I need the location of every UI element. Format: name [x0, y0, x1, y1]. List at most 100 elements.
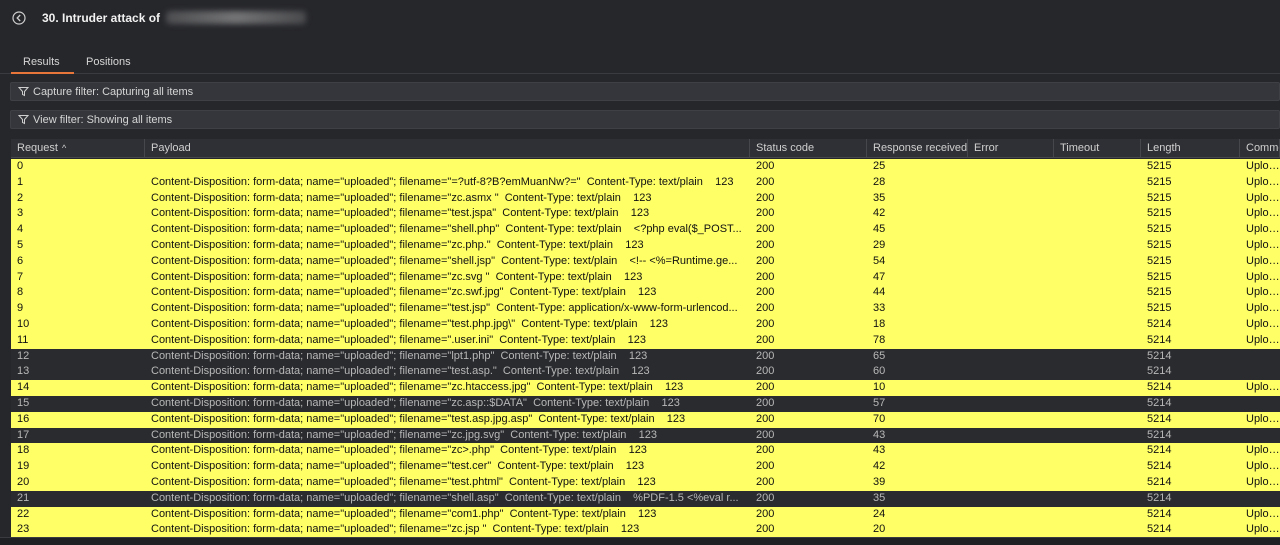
- table-row[interactable]: 14 Content-Disposition: form-data; name="…: [11, 380, 1280, 396]
- table-row[interactable]: 22 Content-Disposition: form-data; name="…: [11, 506, 1280, 523]
- cell-status-code: 200: [756, 207, 775, 220]
- table-row[interactable]: 7 Content-Disposition: form-data; name="u…: [11, 269, 1280, 286]
- table-row[interactable]: 20 Content-Disposition: form-data; name="…: [11, 475, 1280, 491]
- cell-response-received: 10: [873, 381, 886, 394]
- window-title: 30. Intruder attack of: [42, 11, 307, 25]
- cell-payload: Content-Disposition: form-data; name="up…: [151, 397, 680, 409]
- cell-length: 5215: [1147, 160, 1172, 172]
- cell-response-received: 78: [873, 333, 886, 346]
- capture-filter-bar[interactable]: Capture filter: Capturing all items: [10, 82, 1280, 101]
- cell-request: 6: [17, 254, 24, 267]
- column-header-request[interactable]: Request ^: [11, 139, 145, 158]
- cell-error: [968, 254, 1054, 270]
- table-row[interactable]: 3 Content-Disposition: form-data; name="u…: [11, 206, 1280, 223]
- cell-comment: Upload: [1246, 302, 1280, 315]
- cell-request: 15: [17, 397, 30, 409]
- table-row[interactable]: 11 Content-Disposition: form-data; name="…: [11, 332, 1280, 349]
- cell-timeout: [1054, 317, 1141, 333]
- cell-payload: Content-Disposition: form-data; name="up…: [151, 207, 650, 220]
- cell-status-code: 200: [756, 223, 775, 236]
- cell-error: [968, 412, 1054, 428]
- table-header: Request ^ Payload Status code Response re…: [11, 139, 1280, 158]
- table-row[interactable]: 23 Content-Disposition: form-data; name="…: [11, 522, 1280, 537]
- cell-status-code: 200: [756, 381, 775, 394]
- table-row[interactable]: 5 Content-Disposition: form-data; name="u…: [11, 238, 1280, 254]
- table-row[interactable]: 6 Content-Disposition: form-data; name="u…: [11, 253, 1280, 270]
- cell-request: 23: [17, 523, 30, 536]
- cell-error: [968, 507, 1054, 523]
- bottom-bar: [0, 537, 1280, 545]
- column-header-timeout[interactable]: Timeout: [1054, 139, 1141, 158]
- tab-bar: Results Positions: [0, 52, 1280, 74]
- table-row[interactable]: 19 Content-Disposition: form-data; name="…: [11, 459, 1280, 475]
- funnel-icon: [18, 86, 30, 98]
- cell-timeout: [1054, 459, 1141, 475]
- cell-payload: Content-Disposition: form-data; name="up…: [151, 318, 669, 330]
- cell-response-received: 35: [873, 491, 886, 504]
- cell-timeout: [1054, 349, 1141, 365]
- title-bar: 30. Intruder attack of: [0, 0, 1280, 36]
- table-row[interactable]: 13 Content-Disposition: form-data; name="…: [11, 364, 1280, 381]
- cell-error: [968, 349, 1054, 365]
- cell-payload: Content-Disposition: form-data; name="up…: [151, 507, 657, 520]
- cell-comment: Upload: [1246, 318, 1280, 330]
- cell-request: 12: [17, 349, 30, 362]
- column-header-status-code[interactable]: Status code: [750, 139, 867, 158]
- cell-status-code: 200: [756, 191, 775, 204]
- cell-response-received: 35: [873, 191, 886, 204]
- column-header-length[interactable]: Length: [1141, 139, 1240, 158]
- column-header-comment[interactable]: Comme: [1240, 139, 1280, 158]
- cell-timeout: [1054, 412, 1141, 428]
- cell-response-received: 25: [873, 160, 886, 172]
- table-row[interactable]: 10 Content-Disposition: form-data; name="…: [11, 317, 1280, 333]
- table-row[interactable]: 15 Content-Disposition: form-data; name="…: [11, 396, 1280, 412]
- table-row[interactable]: 1 Content-Disposition: form-data; name="u…: [11, 174, 1280, 191]
- cell-comment: [1240, 349, 1280, 365]
- cell-comment: Upload: [1246, 460, 1280, 473]
- cell-status-code: 200: [756, 507, 775, 520]
- table-row[interactable]: 0 200 25 5215 Upload: [11, 159, 1280, 175]
- cell-timeout: [1054, 333, 1141, 349]
- cell-payload: Content-Disposition: form-data; name="up…: [151, 239, 644, 251]
- cell-request: 5: [17, 239, 24, 251]
- table-row[interactable]: 9 Content-Disposition: form-data; name="u…: [11, 301, 1280, 317]
- cell-length: 5214: [1147, 476, 1172, 488]
- tab-results[interactable]: Results: [23, 56, 60, 68]
- cell-length: 5214: [1147, 412, 1172, 425]
- cell-payload: Content-Disposition: form-data; name="up…: [151, 460, 645, 473]
- column-header-response-received[interactable]: Response received: [867, 139, 968, 158]
- table-row[interactable]: 21 Content-Disposition: form-data; name="…: [11, 490, 1280, 507]
- cell-timeout: [1054, 206, 1141, 222]
- cell-request: 22: [17, 507, 30, 520]
- table-row[interactable]: 17 Content-Disposition: form-data; name="…: [11, 427, 1280, 444]
- cell-length: 5214: [1147, 349, 1172, 362]
- cell-error: [968, 380, 1054, 396]
- cell-timeout: [1054, 191, 1141, 207]
- table-row[interactable]: 16 Content-Disposition: form-data; name="…: [11, 411, 1280, 428]
- cell-comment: Upload: [1246, 507, 1280, 520]
- column-header-error[interactable]: Error: [968, 139, 1054, 158]
- cell-response-received: 44: [873, 286, 886, 299]
- cell-length: 5215: [1147, 254, 1172, 267]
- cell-timeout: [1054, 222, 1141, 238]
- cell-error: [968, 475, 1054, 491]
- table-row[interactable]: 8 Content-Disposition: form-data; name="u…: [11, 285, 1280, 302]
- cell-length: 5214: [1147, 507, 1172, 520]
- cell-timeout: [1054, 428, 1141, 444]
- cell-payload: Content-Disposition: form-data; name="up…: [151, 349, 648, 362]
- table-row[interactable]: 12 Content-Disposition: form-data; name="…: [11, 348, 1280, 365]
- cell-timeout: [1054, 475, 1141, 491]
- cell-error: [968, 522, 1054, 537]
- cell-error: [968, 443, 1054, 459]
- tab-positions[interactable]: Positions: [86, 56, 131, 68]
- view-filter-bar[interactable]: View filter: Showing all items: [10, 110, 1280, 129]
- cell-length: 5214: [1147, 460, 1172, 473]
- column-header-payload[interactable]: Payload: [145, 139, 750, 158]
- back-arrow-icon[interactable]: [10, 9, 28, 27]
- cell-comment: Upload: [1246, 223, 1280, 236]
- table-row[interactable]: 2 Content-Disposition: form-data; name="u…: [11, 190, 1280, 207]
- cell-status-code: 200: [756, 476, 775, 488]
- table-row[interactable]: 4 Content-Disposition: form-data; name="u…: [11, 222, 1280, 238]
- cell-status-code: 200: [756, 239, 775, 251]
- table-row[interactable]: 18 Content-Disposition: form-data; name="…: [11, 443, 1280, 460]
